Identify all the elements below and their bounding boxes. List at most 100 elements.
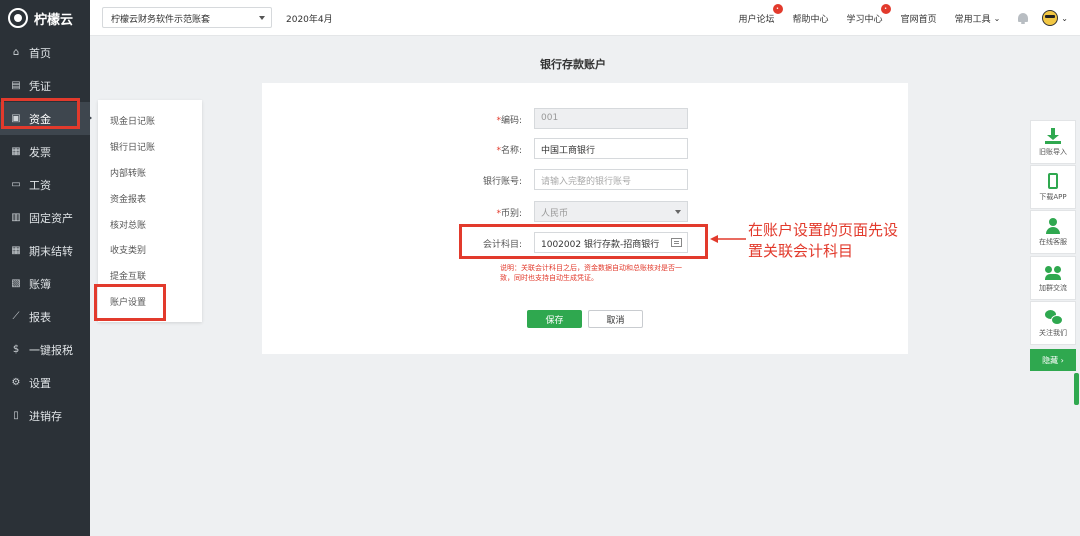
- avatar[interactable]: [1042, 10, 1059, 26]
- submenu-item-internal-transfer[interactable]: 内部转账: [98, 160, 202, 186]
- app-name: 柠檬云: [34, 12, 74, 28]
- chevron-down-icon: ⌄: [993, 13, 1001, 23]
- submenu-item-reconcile[interactable]: 核对总账: [98, 211, 202, 237]
- top-links: 用户论坛 • 帮助中心 学习中心 • 官网首页 常用工具 ⌄ ⌄: [721, 0, 1068, 36]
- submenu-item-bank-journal[interactable]: 银行日记账: [98, 134, 202, 160]
- hint-text: 说明：关联会计科目之后，资金数据自动和总账核对是否一致，同时也支持自动生成凭证。: [500, 264, 682, 282]
- lemon-logo-icon: [8, 8, 28, 28]
- sidebar-item-label: 固定资产: [29, 211, 73, 225]
- help-link[interactable]: 帮助中心: [793, 12, 829, 25]
- download-icon: [1045, 127, 1061, 144]
- code-label: *编码:: [496, 116, 522, 126]
- submenu-item-fund-report[interactable]: 资金报表: [98, 185, 202, 211]
- sidebar-item-label: 一键报税: [29, 343, 73, 357]
- sidebar-item-salary[interactable]: ▭ 工资: [0, 168, 90, 201]
- account-settings-highlight-box: [94, 284, 166, 321]
- tools-menu-label: 常用工具: [954, 14, 991, 25]
- bank-account-input[interactable]: 请输入完整的银行账号: [534, 169, 688, 190]
- user-icon: [1045, 217, 1061, 234]
- invoice-icon: ▦: [11, 146, 21, 157]
- inventory-icon: ▯: [13, 410, 19, 421]
- group-tool[interactable]: 加群交流: [1030, 256, 1076, 300]
- scrollbar-thumb[interactable]: [1074, 373, 1079, 405]
- sidebar-item-books[interactable]: ▧ 账簿: [0, 267, 90, 300]
- forum-link-label: 用户论坛: [738, 14, 775, 25]
- homepage-link-label: 官网首页: [900, 14, 937, 25]
- submenu-item-categories[interactable]: 收支类别: [98, 237, 202, 263]
- forum-link[interactable]: 用户论坛 •: [738, 3, 783, 25]
- dollar-icon: $: [12, 344, 20, 355]
- download-app-tool[interactable]: 下载APP: [1030, 165, 1076, 209]
- fund-highlight-box: [1, 98, 80, 129]
- company-name: 柠檬云财务软件示范账套: [111, 15, 211, 25]
- assets-icon: ▥: [11, 212, 21, 223]
- salary-icon: ▭: [11, 179, 21, 190]
- name-field[interactable]: 中国工商银行: [534, 138, 688, 159]
- sidebar-item-closing[interactable]: ▦ 期末结转: [0, 234, 90, 267]
- wechat-icon: [1045, 309, 1063, 325]
- save-button[interactable]: 保存: [527, 310, 582, 328]
- chevron-down-icon: [259, 16, 265, 23]
- import-label: 旧账导入: [1039, 147, 1067, 156]
- support-tool[interactable]: 在线客服: [1030, 210, 1076, 254]
- sidebar-item-label: 凭证: [29, 79, 51, 93]
- sidebar-item-home[interactable]: ⌂ 首页: [0, 36, 90, 69]
- group-icon: [1045, 264, 1061, 280]
- sidebar-item-invoice[interactable]: ▦ 发票: [0, 135, 90, 168]
- chart-icon: ⟋: [12, 311, 20, 322]
- voucher-icon: ▤: [11, 80, 21, 91]
- tools-menu[interactable]: 常用工具 ⌄: [955, 12, 1001, 25]
- annotation-arrow-icon: [710, 235, 746, 243]
- currency-select[interactable]: 人民币: [534, 201, 688, 222]
- cancel-button[interactable]: 取消: [588, 310, 643, 328]
- notification-badge-icon: •: [880, 3, 891, 14]
- learn-link-label: 学习中心: [846, 14, 883, 25]
- collapse-toolbar-button[interactable]: 隐藏 ›: [1030, 349, 1076, 371]
- sidebar-item-inventory[interactable]: ▯ 进销存: [0, 399, 90, 432]
- account-row: 银行账号: 请输入完整的银行账号: [262, 169, 908, 191]
- submenu-item-cash-journal[interactable]: 现金日记账: [98, 108, 202, 134]
- sidebar-item-label: 报表: [29, 310, 51, 324]
- sidebar-item-reports[interactable]: ⟋ 报表: [0, 300, 90, 333]
- support-label: 在线客服: [1039, 237, 1067, 246]
- currency-value: 人民币: [541, 209, 569, 219]
- calendar-icon: ▦: [11, 245, 21, 256]
- sidebar-item-label: 发票: [29, 145, 51, 159]
- home-icon: ⌂: [12, 47, 20, 58]
- top-bar: 柠檬云财务软件示范账套 2020年4月 用户论坛 • 帮助中心 学习中心 • 官…: [90, 0, 1080, 36]
- group-label: 加群交流: [1039, 283, 1067, 292]
- learn-link[interactable]: 学习中心 •: [846, 3, 891, 25]
- sidebar-item-tax[interactable]: $ 一键报税: [0, 333, 90, 366]
- sidebar-item-label: 期末结转: [29, 244, 73, 258]
- account-label: 银行账号:: [482, 177, 522, 187]
- sidebar-item-assets[interactable]: ▥ 固定资产: [0, 201, 90, 234]
- sidebar-item-label: 设置: [29, 376, 51, 390]
- code-field: 001: [534, 108, 688, 129]
- chevron-down-icon: [675, 210, 681, 217]
- gear-icon: ⚙: [11, 377, 21, 388]
- import-tool[interactable]: 旧账导入: [1030, 120, 1076, 164]
- phone-icon: [1048, 172, 1058, 189]
- sidebar-item-label: 首页: [29, 46, 51, 60]
- sidebar-item-label: 进销存: [29, 409, 62, 423]
- book-icon: ▧: [11, 278, 21, 289]
- name-label: *名称:: [496, 146, 522, 156]
- code-row: *编码: 001: [262, 108, 908, 130]
- annotation-text: 在账户设置的页面先设置关联会计科目: [748, 221, 899, 260]
- follow-tool[interactable]: 关注我们: [1030, 301, 1076, 345]
- chevron-down-icon[interactable]: ⌄: [1061, 14, 1068, 23]
- sidebar-item-settings[interactable]: ⚙ 设置: [0, 366, 90, 399]
- homepage-link[interactable]: 官网首页: [901, 12, 937, 25]
- sidebar-item-label: 账簿: [29, 277, 51, 291]
- company-select[interactable]: 柠檬云财务软件示范账套: [102, 7, 272, 28]
- follow-label: 关注我们: [1039, 328, 1067, 337]
- sidebar: 柠檬云 ⌂ 首页 ▤ 凭证 ▣ 资金 ▦ 发票 ▭ 工资 ▥ 固定资产 ▦ 期末…: [0, 0, 92, 536]
- name-row: *名称: 中国工商银行: [262, 138, 908, 160]
- period-label: 2020年4月: [286, 15, 333, 25]
- app-logo[interactable]: 柠檬云: [0, 0, 90, 36]
- help-link-label: 帮助中心: [792, 14, 829, 25]
- bell-icon[interactable]: [1018, 12, 1029, 24]
- notification-badge-icon: •: [772, 3, 783, 14]
- sidebar-item-label: 工资: [29, 178, 51, 192]
- bank-account-form: *编码: 001 *名称: 中国工商银行 银行账号: 请输入完整的银行账号 *币…: [262, 83, 908, 354]
